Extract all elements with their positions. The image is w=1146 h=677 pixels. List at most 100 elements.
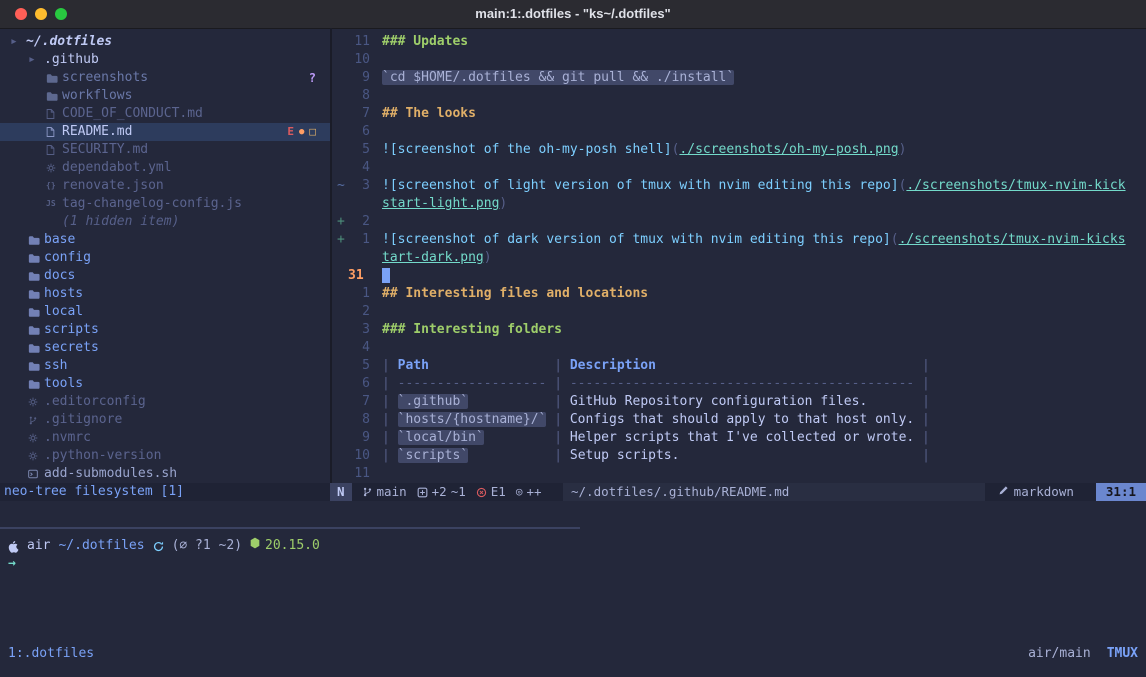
editor-line[interactable]: 7## The looks bbox=[332, 105, 1146, 123]
editor-line[interactable]: 2 bbox=[332, 303, 1146, 321]
line-number: 9 bbox=[348, 69, 370, 87]
editor-line[interactable]: 11### Updates bbox=[332, 33, 1146, 51]
text-segment: | bbox=[382, 376, 398, 391]
tree-item-python-version[interactable]: .python-version bbox=[0, 447, 330, 465]
tree-item-editorconfig[interactable]: .editorconfig bbox=[0, 393, 330, 411]
tree-item-code-of-conduct-md[interactable]: CODE_OF_CONDUCT.md bbox=[0, 105, 330, 123]
filetype-label: markdown bbox=[1014, 483, 1074, 501]
diff-icon bbox=[417, 487, 428, 498]
text-segment: | bbox=[914, 448, 930, 463]
editor-line[interactable]: 5![screenshot of the oh-my-posh shell](.… bbox=[332, 141, 1146, 159]
editor-line[interactable]: 31 bbox=[332, 267, 1146, 285]
folder-icon bbox=[28, 361, 44, 372]
tree-item-scripts[interactable]: scripts bbox=[0, 321, 330, 339]
editor-line[interactable]: 10| `scripts` | Setup scripts. | bbox=[332, 447, 1146, 465]
markdown-link-url[interactable]: ./screenshots/oh-my-posh.png bbox=[679, 142, 898, 157]
git-branch-segment: main bbox=[362, 483, 407, 501]
markdown-link-url[interactable]: ./screenshots/tmux-nvim-kick bbox=[906, 178, 1125, 193]
tree-item-dependabot-yml[interactable]: dependabot.yml bbox=[0, 159, 330, 177]
line-text: | `hosts/{hostname}/` | Configs that sho… bbox=[382, 411, 930, 429]
gutter-sign bbox=[332, 267, 348, 285]
tree-item-label: (1 hidden item) bbox=[62, 213, 179, 231]
editor-line[interactable]: 9`cd $HOME/.dotfiles && git pull && ./in… bbox=[332, 69, 1146, 87]
editor-line[interactable]: 6 bbox=[332, 123, 1146, 141]
gutter-sign bbox=[332, 195, 348, 213]
line-text: ![screenshot of the oh-my-posh shell](./… bbox=[382, 141, 906, 159]
node-icon bbox=[250, 537, 260, 555]
editor-line[interactable]: 8| `hosts/{hostname}/` | Configs that sh… bbox=[332, 411, 1146, 429]
editor-line[interactable]: tart-dark.png) bbox=[332, 249, 1146, 267]
shell-prompt[interactable]: air ~/.dotfiles (∅ ?1 ~2) 20.15.0 bbox=[8, 537, 320, 555]
editor-line[interactable]: 1## Interesting files and locations bbox=[332, 285, 1146, 303]
tree-item-tag-changelog-config-js[interactable]: JStag-changelog-config.js bbox=[0, 195, 330, 213]
tree-item-renovate-json[interactable]: {}renovate.json bbox=[0, 177, 330, 195]
tree-item-config[interactable]: config bbox=[0, 249, 330, 267]
tree-item-screenshots[interactable]: screenshots? bbox=[0, 69, 330, 87]
editor-line[interactable]: 3### Interesting folders bbox=[332, 321, 1146, 339]
editor-line[interactable]: 9| `local/bin` | Helper scripts that I'v… bbox=[332, 429, 1146, 447]
text-segment bbox=[468, 448, 546, 463]
editor-line[interactable]: 4 bbox=[332, 159, 1146, 177]
tree-item-docs[interactable]: docs bbox=[0, 267, 330, 285]
tree-item-tools[interactable]: tools bbox=[0, 375, 330, 393]
file-path: ~/.dotfiles/.github/README.md bbox=[563, 483, 985, 501]
tree-item-ssh[interactable]: ssh bbox=[0, 357, 330, 375]
tree-item-github[interactable]: ▸.github bbox=[0, 51, 330, 69]
text-segment: ) bbox=[499, 196, 507, 211]
zoom-button[interactable] bbox=[55, 8, 67, 20]
tree-item-base[interactable]: base bbox=[0, 231, 330, 249]
pane-separator[interactable] bbox=[0, 527, 580, 529]
editor-pane[interactable]: 11### Updates 10 9`cd $HOME/.dotfiles &&… bbox=[332, 28, 1146, 483]
editor-line[interactable]: 6| ------------------- | ---------------… bbox=[332, 375, 1146, 393]
tree-item-add-submodules-sh[interactable]: add-submodules.sh bbox=[0, 465, 330, 483]
line-text: ### Updates bbox=[382, 33, 468, 51]
editor-line[interactable]: 5| Path | Description | bbox=[332, 357, 1146, 375]
tree-item-security-md[interactable]: SECURITY.md bbox=[0, 141, 330, 159]
text-segment: | bbox=[382, 430, 398, 445]
tree-item-readme-md[interactable]: README.mdE●□ bbox=[0, 123, 330, 141]
editor-line[interactable]: ~3![screenshot of light version of tmux … bbox=[332, 177, 1146, 195]
minimize-button[interactable] bbox=[35, 8, 47, 20]
editor-line[interactable]: 11 bbox=[332, 465, 1146, 483]
tmux-status-bar: 1:.dotfiles air/main TMUX bbox=[0, 645, 1146, 663]
editor-line[interactable]: 7| `.github` | GitHub Repository configu… bbox=[332, 393, 1146, 411]
tmux-window-tab[interactable]: 1:.dotfiles bbox=[8, 645, 94, 663]
gutter-sign bbox=[332, 321, 348, 339]
tree-item-label: tag-changelog-config.js bbox=[62, 195, 242, 213]
editor-line[interactable]: start-light.png) bbox=[332, 195, 1146, 213]
tmux-right: air/main TMUX bbox=[1028, 645, 1138, 663]
gear-icon bbox=[46, 163, 62, 173]
badge-b-mod: ● bbox=[299, 123, 304, 141]
tree-item-gitignore[interactable]: .gitignore bbox=[0, 411, 330, 429]
tree-item-label: .editorconfig bbox=[44, 393, 146, 411]
tree-item-1-hidden-item[interactable]: (1 hidden item) bbox=[0, 213, 330, 231]
tree-item-label: renovate.json bbox=[62, 177, 164, 195]
markdown-link-url[interactable]: ./screenshots/tmux-nvim-kicks bbox=[899, 232, 1126, 247]
markdown-link-url[interactable]: start-light.png bbox=[382, 196, 499, 211]
mode-indicator: N bbox=[330, 483, 352, 501]
window-title: main:1:.dotfiles - "ks~/.dotfiles" bbox=[475, 5, 670, 23]
tree-item-hosts[interactable]: hosts bbox=[0, 285, 330, 303]
text-segment: `scripts` bbox=[398, 448, 468, 463]
chevron-icon: ▸ bbox=[10, 33, 26, 51]
gutter-sign bbox=[332, 159, 348, 177]
editor-line[interactable]: 8 bbox=[332, 87, 1146, 105]
text-segment: Path bbox=[398, 358, 429, 373]
editor-line[interactable]: +1![screenshot of dark version of tmux w… bbox=[332, 231, 1146, 249]
text-segment: ) bbox=[899, 142, 907, 157]
tree-item-label: dependabot.yml bbox=[62, 159, 172, 177]
markdown-link-url[interactable]: tart-dark.png bbox=[382, 250, 484, 265]
text-segment: ( bbox=[891, 232, 899, 247]
editor-line[interactable]: 4 bbox=[332, 339, 1146, 357]
editor-line[interactable]: 10 bbox=[332, 51, 1146, 69]
tree-item-workflows[interactable]: workflows bbox=[0, 87, 330, 105]
shell-input-line[interactable]: → bbox=[8, 555, 16, 573]
gutter-sign bbox=[332, 375, 348, 393]
tree-item-local[interactable]: local bbox=[0, 303, 330, 321]
close-button[interactable] bbox=[15, 8, 27, 20]
tree-item-secrets[interactable]: secrets bbox=[0, 339, 330, 357]
editor-line[interactable]: +2 bbox=[332, 213, 1146, 231]
gutter-sign bbox=[332, 123, 348, 141]
tree-item-nvmrc[interactable]: .nvmrc bbox=[0, 429, 330, 447]
tree-item-dotfiles[interactable]: ▸~/.dotfiles bbox=[0, 33, 330, 51]
